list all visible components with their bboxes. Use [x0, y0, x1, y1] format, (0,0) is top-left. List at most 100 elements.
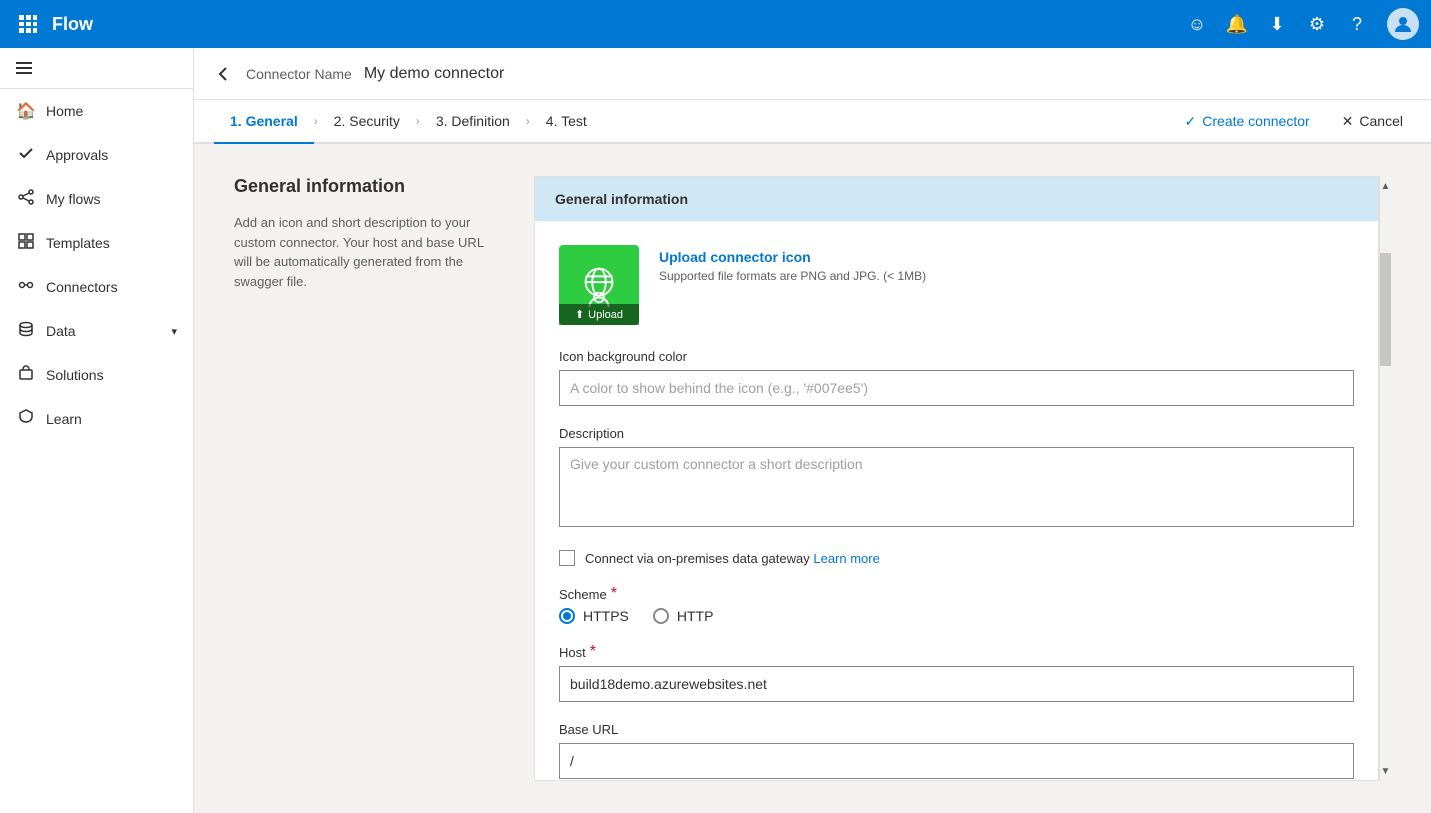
sidebar-item-learn[interactable]: Learn	[0, 397, 193, 441]
flows-icon	[16, 189, 36, 210]
download-icon[interactable]: ⬇	[1259, 6, 1295, 42]
tab-general[interactable]: 1. General	[214, 100, 314, 144]
https-radio-item[interactable]: HTTPS	[559, 608, 629, 624]
top-nav: Flow ☺ 🔔 ⬇ ⚙ ?	[0, 0, 1431, 48]
tab-security[interactable]: 2. Security	[318, 99, 416, 143]
connectors-icon	[16, 277, 36, 298]
info-panel: General information Add an icon and shor…	[234, 176, 534, 781]
scroll-down-button[interactable]: ▼	[1380, 761, 1391, 781]
home-icon: 🏠	[16, 101, 36, 121]
cancel-label: Cancel	[1359, 113, 1403, 129]
tabs-actions: ✓ Create connector ✕ Cancel	[1177, 109, 1411, 134]
approvals-icon	[16, 145, 36, 166]
settings-icon[interactable]: ⚙	[1299, 6, 1335, 42]
host-required-indicator: *	[590, 644, 596, 660]
templates-icon	[16, 233, 36, 254]
learn-icon	[16, 409, 36, 430]
data-icon	[16, 321, 36, 342]
scheme-field: Scheme * HTTPS HTTP	[559, 586, 1354, 624]
description-label-text: Description	[559, 426, 624, 441]
content-area: Connector Name My demo connector 1. Gene…	[194, 48, 1431, 813]
cancel-button[interactable]: ✕ Cancel	[1334, 109, 1411, 134]
host-field: Host *	[559, 644, 1354, 702]
icon-bg-label: Icon background color	[559, 349, 1354, 364]
right-scrollbar[interactable]: ▲ ▼	[1379, 176, 1391, 781]
sidebar-item-learn-label: Learn	[46, 411, 82, 427]
sidebar-item-home[interactable]: 🏠 Home	[0, 89, 193, 133]
scroll-up-button[interactable]: ▲	[1380, 176, 1391, 196]
form-card-title: General information	[555, 191, 688, 207]
tab-general-label: 1. General	[230, 113, 298, 129]
form-card-header: General information	[535, 177, 1378, 221]
create-connector-button[interactable]: ✓ Create connector	[1177, 109, 1318, 134]
base-url-field: Base URL	[559, 722, 1354, 779]
description-field: Description	[559, 426, 1354, 530]
sidebar-item-solutions[interactable]: Solutions	[0, 353, 193, 397]
tab-definition-label: 3. Definition	[436, 113, 510, 129]
upload-info: Upload connector icon Supported file for…	[659, 245, 926, 283]
sidebar-item-flows-label: My flows	[46, 191, 100, 207]
scroll-thumb[interactable]	[1380, 253, 1391, 366]
app-title: Flow	[52, 14, 1179, 35]
info-panel-description: Add an icon and short description to you…	[234, 213, 494, 291]
create-connector-label: Create connector	[1202, 113, 1309, 129]
upload-btn-label: Upload	[588, 309, 623, 321]
https-radio-circle[interactable]	[559, 608, 575, 624]
main-content: General information Add an icon and shor…	[194, 144, 1431, 813]
bell-icon[interactable]: 🔔	[1219, 6, 1255, 42]
tab-definition[interactable]: 3. Definition	[420, 99, 526, 143]
upload-connector-icon-link[interactable]: Upload connector icon	[659, 249, 926, 265]
tab-test[interactable]: 4. Test	[530, 99, 603, 143]
smiley-icon[interactable]: ☺	[1179, 6, 1215, 42]
help-icon[interactable]: ?	[1339, 6, 1375, 42]
sidebar-item-data[interactable]: Data ▾	[0, 309, 193, 353]
icon-bg-input[interactable]	[559, 370, 1354, 406]
checkmark-icon: ✓	[1185, 113, 1197, 130]
learn-more-link[interactable]: Learn more	[813, 551, 879, 566]
http-radio-label: HTTP	[677, 608, 714, 624]
icon-upload-row: ⬆ Upload Upload connector icon Supported…	[559, 245, 1354, 325]
scheme-radio-group: HTTPS HTTP	[559, 608, 1354, 624]
connector-name-value: My demo connector	[364, 65, 505, 83]
grid-menu-icon[interactable]	[12, 8, 44, 40]
form-card: General information	[534, 176, 1379, 781]
data-chevron-icon: ▾	[171, 325, 177, 338]
sidebar-item-data-label: Data	[46, 323, 76, 339]
main-layout: 🏠 Home Approvals My flows	[0, 48, 1431, 813]
on-premises-checkbox-row: Connect via on-premises data gateway Lea…	[559, 550, 1354, 566]
avatar[interactable]	[1387, 8, 1419, 40]
scroll-track	[1380, 196, 1391, 761]
base-url-label: Base URL	[559, 722, 1354, 737]
base-url-input[interactable]	[559, 743, 1354, 779]
http-radio-circle[interactable]	[653, 608, 669, 624]
close-icon: ✕	[1342, 113, 1354, 130]
on-premises-label-text: Connect via on-premises data gateway	[585, 551, 810, 566]
info-panel-title: General information	[234, 176, 494, 197]
icon-bg-label-text: Icon background color	[559, 349, 687, 364]
on-premises-checkbox[interactable]	[559, 550, 575, 566]
connector-name-label: Connector Name	[246, 66, 352, 82]
sidebar-item-flows[interactable]: My flows	[0, 177, 193, 221]
sidebar-toggle[interactable]	[0, 48, 193, 89]
host-label: Host *	[559, 644, 1354, 660]
base-url-label-text: Base URL	[559, 722, 618, 737]
https-radio-label: HTTPS	[583, 608, 629, 624]
host-input[interactable]	[559, 666, 1354, 702]
sidebar-item-approvals[interactable]: Approvals	[0, 133, 193, 177]
upload-arrow-icon: ⬆	[575, 308, 584, 321]
connector-icon-preview: ⬆ Upload	[559, 245, 639, 325]
on-premises-label: Connect via on-premises data gateway Lea…	[585, 551, 880, 566]
description-textarea[interactable]	[559, 447, 1354, 527]
scheme-required-indicator: *	[611, 586, 617, 602]
upload-button[interactable]: ⬆ Upload	[559, 304, 639, 325]
sidebar-item-connectors[interactable]: Connectors	[0, 265, 193, 309]
http-radio-item[interactable]: HTTP	[653, 608, 714, 624]
scheme-label-text: Scheme	[559, 587, 607, 602]
sidebar-item-templates[interactable]: Templates	[0, 221, 193, 265]
sidebar-item-home-label: Home	[46, 103, 83, 119]
sidebar-item-connectors-label: Connectors	[46, 279, 118, 295]
upload-icon-description: Supported file formats are PNG and JPG. …	[659, 269, 926, 283]
host-label-text: Host	[559, 645, 586, 660]
back-button[interactable]	[214, 64, 234, 84]
top-nav-icons: ☺ 🔔 ⬇ ⚙ ?	[1179, 6, 1419, 42]
